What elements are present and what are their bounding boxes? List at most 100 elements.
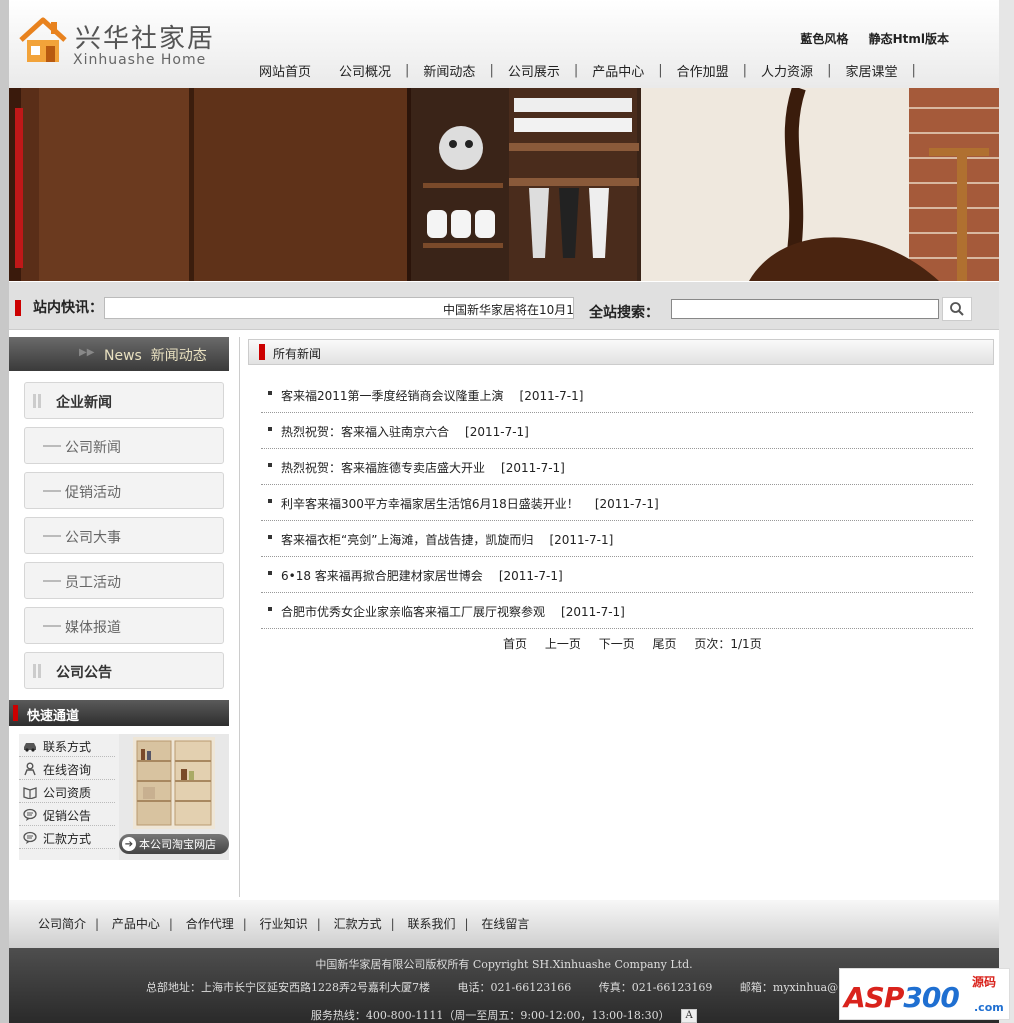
search-icon xyxy=(950,302,964,316)
news-item[interactable]: 热烈祝贺：客来福入驻南京六合 [2011-7-1] xyxy=(261,413,973,449)
news-date: [2011-7-1] xyxy=(465,425,529,439)
quick-link-credentials[interactable]: 公司资质 xyxy=(19,780,115,803)
news-item[interactable]: 6•18 客来福再掀合肥建材家居世博会 [2011-7-1] xyxy=(261,557,973,593)
house-logo-icon xyxy=(19,17,67,62)
arrow-right-icon: ➔ xyxy=(122,837,136,851)
dash-icon xyxy=(43,580,61,582)
news-item[interactable]: 客来福2011第一季度经销商会议隆重上演 [2011-7-1] xyxy=(261,377,973,413)
nav-hr[interactable]: 人力资源 xyxy=(747,61,827,80)
quick-access-header: 快速通道 xyxy=(9,700,229,726)
pagination: 首页 上一页 下一页 尾页 页次：1/1页 xyxy=(503,635,762,652)
search-input[interactable] xyxy=(671,299,939,319)
quick-link-contact[interactable]: 联系方式 xyxy=(19,734,115,757)
pager-info: 页次：1/1页 xyxy=(694,637,762,651)
news-ticker[interactable]: 中国新华家居将在10月1号 xyxy=(104,297,574,319)
person-icon xyxy=(24,762,36,776)
bullet-icon xyxy=(268,463,272,467)
footer-hotline: 服务热线：400-800-1111（周一至周五：9:00-12:00，13:00… xyxy=(310,1009,670,1022)
news-item[interactable]: 客来福衣柜“亮剑”上海滩，首战告捷，凯旋而归 [2011-7-1] xyxy=(261,521,973,557)
news-item[interactable]: 合肥市优秀女企业家亲临客来福工厂展厅视察参观 [2011-7-1] xyxy=(261,593,973,629)
news-date: [2011-7-1] xyxy=(561,605,625,619)
window-edge xyxy=(999,0,1014,1023)
sidebar-item-company-news[interactable]: 公司新闻 xyxy=(24,427,224,464)
bullet-icon xyxy=(268,535,272,539)
asp300-watermark: ASP300 源码 .com xyxy=(839,968,1010,1020)
taobao-shop-button[interactable]: ➔ 本公司淘宝网店 xyxy=(119,834,229,854)
sidebar-item-announcements[interactable]: 公司公告 xyxy=(24,652,224,689)
book-icon xyxy=(23,787,37,799)
dash-icon xyxy=(43,445,61,447)
footer-phone: 电话：021-66123166 xyxy=(457,981,572,994)
footer-fax: 传真：021-66123169 xyxy=(598,981,713,994)
bullet-icon xyxy=(268,607,272,611)
logo[interactable]: 兴华社家居 Xinhuashe Home xyxy=(17,16,217,72)
nav-franchise[interactable]: 合作加盟 xyxy=(663,61,743,80)
content-title: 所有新闻 xyxy=(273,347,322,361)
footer-link-remittance[interactable]: 汇款方式 xyxy=(334,917,382,931)
news-date: [2011-7-1] xyxy=(498,569,563,583)
quick-links: 联系方式 在线咨询 公司资质 促销公告 汇款方式 xyxy=(19,734,115,849)
footer-link-guestbook[interactable]: 在线留言 xyxy=(481,917,529,931)
dash-icon xyxy=(43,625,61,627)
quick-news-label: 站内快讯： xyxy=(15,300,103,316)
pager-prev[interactable]: 上一页 xyxy=(545,637,581,651)
bars-icon xyxy=(33,664,41,678)
news-date: [2011-7-1] xyxy=(549,533,614,547)
news-title: 利辛客来福300平方幸福家居生活馆6月18日盛装开业！ xyxy=(281,497,579,511)
news-date: [2011-7-1] xyxy=(501,461,565,475)
nav-separator: | xyxy=(911,62,916,78)
bookshelf-image xyxy=(133,737,215,829)
column-divider xyxy=(239,337,240,897)
dash-icon xyxy=(43,490,61,492)
pager-first[interactable]: 首页 xyxy=(503,637,527,651)
nav-products[interactable]: 产品中心 xyxy=(578,61,658,80)
taobao-shop: ➔ 本公司淘宝网店 xyxy=(119,734,229,860)
sidebar-item-promotions[interactable]: 促销活动 xyxy=(24,472,224,509)
nav-showcase[interactable]: 公司展示 xyxy=(494,61,574,80)
nav-news[interactable]: 新闻动态 xyxy=(409,61,489,80)
footer-contact-line: 总部地址：上海市长宁区延安西路1228弄2号嘉利大厦7楼 电话：021-6612… xyxy=(146,979,887,995)
news-date: [2011-7-1] xyxy=(594,497,659,511)
nav-classroom[interactable]: 家居课堂 xyxy=(831,61,911,80)
search-button[interactable] xyxy=(942,297,972,321)
news-item[interactable]: 热烈祝贺：客来福旌德专卖店盛大开业 [2011-7-1] xyxy=(261,449,973,485)
static-html-link[interactable]: 静态Html版本 xyxy=(869,32,949,46)
sidebar-header: ▶▶ News 新闻动态 xyxy=(9,337,229,371)
logo-en-text: Xinhuashe Home xyxy=(73,52,207,68)
news-title: 客来福2011第一季度经销商会议隆重上演 xyxy=(281,389,504,403)
banner-image xyxy=(9,88,999,281)
bars-icon xyxy=(33,394,41,408)
content-title-bar: 所有新闻 xyxy=(248,339,994,365)
footer-link-products[interactable]: 产品中心 xyxy=(112,917,160,931)
header: 兴华社家居 Xinhuashe Home 藍色风格 静态Html版本 网站首页 … xyxy=(9,0,999,88)
news-title: 客来福衣柜“亮剑”上海滩，首战告捷，凯旋而归 xyxy=(281,533,534,547)
nav-about[interactable]: 公司概况 xyxy=(325,61,405,80)
stats-badge-icon[interactable]: A xyxy=(681,1009,698,1023)
sidebar-item-enterprise-news[interactable]: 企业新闻 xyxy=(24,382,224,419)
footer-link-contact[interactable]: 联系我们 xyxy=(407,917,455,931)
pager-next[interactable]: 下一页 xyxy=(599,637,635,651)
news-item[interactable]: 利辛客来福300平方幸福家居生活馆6月18日盛装开业！ [2011-7-1] xyxy=(261,485,973,521)
sidebar-menu: 企业新闻 公司新闻 促销活动 公司大事 员工活动 媒体报道 公司公告 xyxy=(24,382,224,697)
bullet-icon xyxy=(268,391,272,395)
quick-link-promo-notice[interactable]: 促销公告 xyxy=(19,803,115,826)
footer-link-agency[interactable]: 合作代理 xyxy=(186,917,234,931)
sidebar-item-milestones[interactable]: 公司大事 xyxy=(24,517,224,554)
blue-style-link[interactable]: 藍色风格 xyxy=(800,32,848,46)
quick-link-consult[interactable]: 在线咨询 xyxy=(19,757,115,780)
quick-news-bar: 站内快讯： 中国新华家居将在10月1号 全站搜索： xyxy=(9,282,999,330)
news-title: 热烈祝贺：客来福旌德专卖店盛大开业 xyxy=(281,461,486,475)
arrow-icon: ▶▶ xyxy=(79,347,95,358)
accent-marker xyxy=(13,705,18,721)
sidebar-item-media[interactable]: 媒体报道 xyxy=(24,607,224,644)
news-title: 6•18 客来福再掀合肥建材家居世博会 xyxy=(281,569,483,583)
car-icon xyxy=(24,743,36,752)
quick-link-remittance[interactable]: 汇款方式 xyxy=(19,826,115,849)
page: 兴华社家居 Xinhuashe Home 藍色风格 静态Html版本 网站首页 … xyxy=(9,0,999,1023)
nav-home[interactable]: 网站首页 xyxy=(245,61,325,80)
pager-last[interactable]: 尾页 xyxy=(653,637,677,651)
footer-link-knowledge[interactable]: 行业知识 xyxy=(260,917,308,931)
bullet-icon xyxy=(268,499,272,503)
footer-link-about[interactable]: 公司简介 xyxy=(38,917,86,931)
sidebar-item-staff-activities[interactable]: 员工活动 xyxy=(24,562,224,599)
